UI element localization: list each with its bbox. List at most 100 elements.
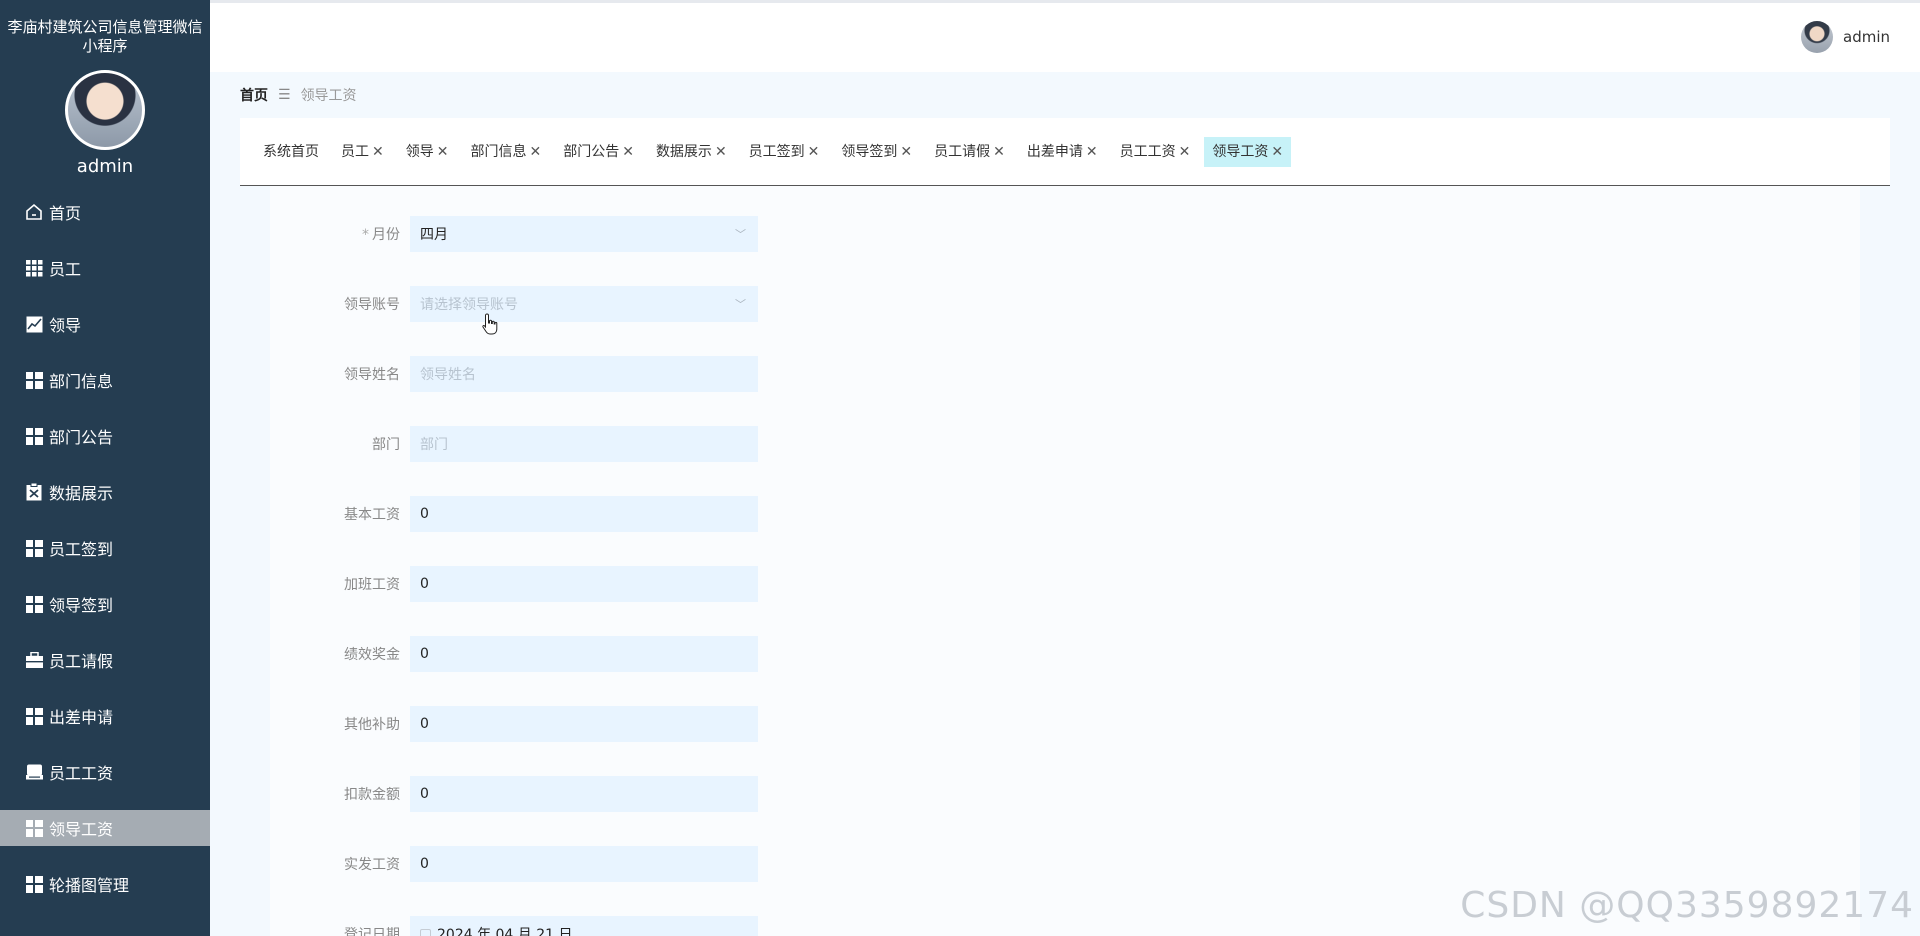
- grid-icon: [24, 818, 44, 838]
- grid-icon: [24, 370, 44, 390]
- tab-bar: 系统首页 员工 ✕ 领导 ✕ 部门信息 ✕ 部门公告 ✕ 数据展示 ✕ 员工签到 ✕ 领导签…: [240, 118, 1890, 186]
- register-date-value: 2024 年 04 月 21 日: [437, 927, 573, 936]
- leader-name-placeholder: 领导姓名: [420, 367, 476, 383]
- sidebar-item-data-display[interactable]: 数据展示: [0, 474, 210, 510]
- deduction-input[interactable]: 0: [410, 776, 758, 812]
- grid-icon: [24, 426, 44, 446]
- tab-system-home[interactable]: 系统首页: [255, 137, 327, 167]
- register-date-picker[interactable]: 2024 年 04 月 21 日: [410, 916, 758, 936]
- close-icon[interactable]: ✕: [900, 137, 912, 167]
- month-select[interactable]: 四月 ﹀: [410, 216, 758, 252]
- close-icon[interactable]: ✕: [808, 137, 820, 167]
- department-placeholder: 部门: [420, 437, 448, 453]
- watermark: CSDN @QQ3359892174: [1460, 885, 1914, 926]
- sidebar-item-employee-leave[interactable]: 员工请假: [0, 642, 210, 678]
- other-allowance-value: 0: [420, 716, 429, 732]
- sidebar-item-label: 领导签到: [49, 596, 114, 615]
- header-user-name: admin: [1843, 28, 1890, 46]
- close-icon[interactable]: ✕: [437, 137, 449, 167]
- required-mark: *: [362, 227, 369, 243]
- department-input[interactable]: 部门: [410, 426, 758, 462]
- tab-label: 员工签到: [748, 143, 805, 160]
- breadcrumb-home[interactable]: 首页: [240, 85, 268, 105]
- other-allowance-field: 其他补助 0: [270, 706, 758, 742]
- overtime-pay-input[interactable]: 0: [410, 566, 758, 602]
- sidebar-item-home[interactable]: 首页: [0, 194, 210, 230]
- department-field: 部门 部门: [270, 426, 758, 462]
- leader-account-select[interactable]: 请选择领导账号 ﹀: [410, 286, 758, 322]
- tab-label: 员工工资: [1119, 143, 1176, 160]
- tab-dept-info[interactable]: 部门信息 ✕: [462, 137, 549, 167]
- hand-cursor-icon: [482, 313, 498, 340]
- sidebar: 李庙村建筑公司信息管理微信小程序 admin 首页 员工 领导 部门信息 部门公…: [0, 0, 210, 936]
- tab-dept-notice[interactable]: 部门公告 ✕: [555, 137, 642, 167]
- net-pay-field: 实发工资 0: [270, 846, 758, 882]
- net-pay-value: 0: [420, 856, 429, 872]
- sidebar-item-employee[interactable]: 员工: [0, 250, 210, 286]
- sidebar-item-leader-salary[interactable]: 领导工资: [0, 810, 210, 846]
- close-icon[interactable]: ✕: [372, 137, 384, 167]
- tab-label: 领导工资: [1212, 143, 1269, 160]
- performance-bonus-input[interactable]: 0: [410, 636, 758, 672]
- tab-employee-salary[interactable]: 员工工资 ✕: [1112, 137, 1199, 167]
- sidebar-user-name: admin: [76, 156, 134, 177]
- sidebar-item-label: 部门信息: [49, 372, 114, 391]
- tab-label: 部门信息: [470, 143, 527, 160]
- calendar-icon: [420, 928, 431, 936]
- register-date-field: 登记日期 2024 年 04 月 21 日: [270, 916, 758, 936]
- user-menu[interactable]: admin: [1801, 21, 1890, 53]
- sidebar-item-employee-checkin[interactable]: 员工签到: [0, 530, 210, 566]
- tab-employee-checkin[interactable]: 员工签到 ✕: [741, 137, 828, 167]
- close-icon[interactable]: ✕: [1179, 137, 1191, 167]
- tab-label: 系统首页: [263, 143, 319, 160]
- form-panel: * 月份 四月 ﹀ 领导账号 请选择领导账号 ﹀ 领导姓名 领导姓名 部门 部门 基本…: [270, 186, 1860, 936]
- performance-bonus-field: 绩效奖金 0: [270, 636, 758, 672]
- deduction-value: 0: [420, 786, 429, 802]
- sidebar-item-employee-salary[interactable]: 员工工资: [0, 754, 210, 790]
- close-icon[interactable]: ✕: [1086, 137, 1098, 167]
- close-icon[interactable]: ✕: [993, 137, 1005, 167]
- sidebar-menu: 首页 员工 领导 部门信息 部门公告 数据展示 员工签到 领导签到 员工请假 出…: [0, 194, 210, 902]
- other-allowance-input[interactable]: 0: [410, 706, 758, 742]
- breadcrumb: 首页 ☰ 领导工资: [240, 85, 357, 105]
- tab-label: 领导签到: [841, 143, 898, 160]
- close-icon[interactable]: ✕: [1271, 137, 1283, 167]
- month-label: * 月份: [270, 224, 410, 244]
- sidebar-item-label: 员工请假: [49, 652, 114, 671]
- grid-icon: [24, 538, 44, 558]
- sidebar-item-label: 部门公告: [49, 428, 114, 447]
- overtime-pay-field: 加班工资 0: [270, 566, 758, 602]
- sidebar-item-carousel[interactable]: 轮播图管理: [0, 866, 210, 902]
- sidebar-item-leader-checkin[interactable]: 领导签到: [0, 586, 210, 622]
- avatar: [65, 70, 145, 150]
- deduction-label: 扣款金额: [344, 787, 400, 803]
- tab-label: 领导: [405, 143, 434, 160]
- tray-icon: [24, 762, 44, 782]
- tab-label: 数据展示: [655, 143, 712, 160]
- tab-employee-leave[interactable]: 员工请假 ✕: [926, 137, 1013, 167]
- tab-leader-checkin[interactable]: 领导签到 ✕: [833, 137, 920, 167]
- sidebar-item-dept-info[interactable]: 部门信息: [0, 362, 210, 398]
- tab-leader[interactable]: 领导 ✕: [398, 137, 457, 167]
- performance-bonus-value: 0: [420, 646, 429, 662]
- net-pay-label: 实发工资: [344, 857, 400, 873]
- tab-leader-salary[interactable]: 领导工资 ✕: [1204, 136, 1292, 167]
- close-icon[interactable]: ✕: [622, 137, 634, 167]
- sidebar-item-label: 员工: [49, 260, 82, 279]
- tab-employee[interactable]: 员工 ✕: [333, 137, 392, 167]
- close-icon[interactable]: ✕: [529, 137, 541, 167]
- sidebar-item-leader[interactable]: 领导: [0, 306, 210, 342]
- leader-name-field: 领导姓名 领导姓名: [270, 356, 758, 392]
- tab-data-display[interactable]: 数据展示 ✕: [648, 137, 735, 167]
- close-icon[interactable]: ✕: [715, 137, 727, 167]
- overtime-pay-value: 0: [420, 576, 429, 592]
- base-salary-input[interactable]: 0: [410, 496, 758, 532]
- sidebar-item-dept-notice[interactable]: 部门公告: [0, 418, 210, 454]
- sidebar-item-business-trip[interactable]: 出差申请: [0, 698, 210, 734]
- leader-name-label: 领导姓名: [344, 367, 400, 383]
- leader-name-input[interactable]: 领导姓名: [410, 356, 758, 392]
- chevron-down-icon: ﹀: [735, 228, 746, 241]
- deduction-field: 扣款金额 0: [270, 776, 758, 812]
- tab-business-trip[interactable]: 出差申请 ✕: [1019, 137, 1106, 167]
- net-pay-input[interactable]: 0: [410, 846, 758, 882]
